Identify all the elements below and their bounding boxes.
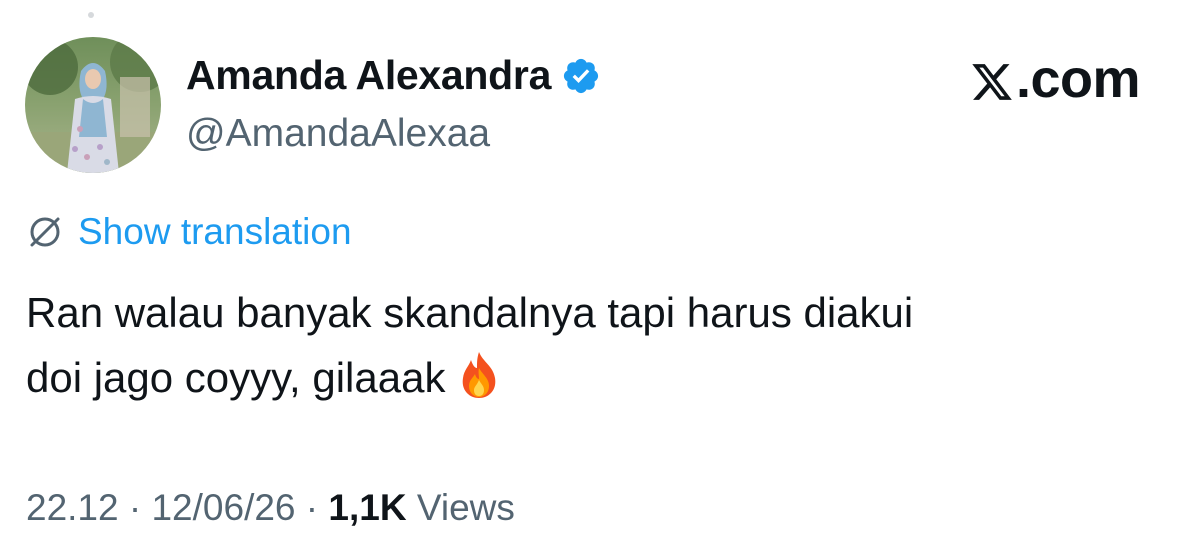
tweet-meta: 22.12 · 12/06/26 · 1,1K Views [26,487,515,529]
avatar[interactable] [25,37,161,173]
tweet-text: Ran walau banyak skandalnya tapi harus d… [26,280,1176,410]
author-row: Amanda Alexandra [186,52,601,99]
verified-badge-icon[interactable] [561,56,601,96]
meta-separator: · [295,487,329,528]
globe-slash-icon [26,213,64,251]
brand-label: .com [1016,49,1141,109]
brand-watermark: .com [970,48,1141,110]
tweet-line-2: doi jago coyyy, gilaaak [26,354,446,401]
tweet-line-1: Ran walau banyak skandalnya tapi harus d… [26,289,914,336]
tweet-time[interactable]: 22.12 [26,487,119,528]
tweet-card: Amanda Alexandra @AmandaAlexaa .com Show… [0,0,1200,559]
avatar-image [25,37,161,173]
views-label: Views [406,487,515,528]
tweet-date[interactable]: 12/06/26 [151,487,295,528]
author-name[interactable]: Amanda Alexandra [186,52,551,99]
tweet-line-2-wrap: doi jago coyyy, gilaaak [26,345,1176,410]
decorative-dot [88,12,94,18]
meta-separator: · [118,487,152,528]
fire-icon [457,350,501,400]
show-translation-label[interactable]: Show translation [78,211,352,253]
author-handle[interactable]: @AmandaAlexaa [186,112,490,156]
x-logo-icon [970,56,1014,102]
show-translation-link[interactable]: Show translation [26,211,352,253]
views-count[interactable]: 1,1K [328,487,406,528]
